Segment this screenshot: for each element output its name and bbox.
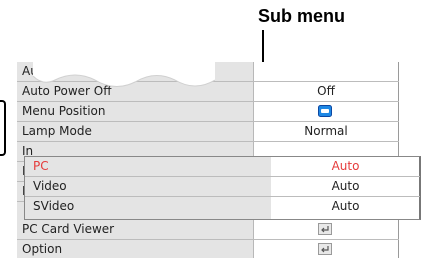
- menu-row-value: Off: [317, 84, 335, 98]
- menu-row-label: Lamp Mode: [22, 124, 92, 138]
- sub-menu-panel: PC Auto Video Auto SVideo Auto: [24, 156, 421, 220]
- menu-row-pc-card-viewer[interactable]: PC Card Viewer: [17, 220, 399, 240]
- enter-icon: [318, 223, 332, 235]
- submenu-item-label: Video: [33, 179, 67, 193]
- submenu-item-label: SVideo: [33, 199, 75, 213]
- menu-row-label: PC Card Viewer: [22, 222, 115, 236]
- submenu-item-value: Auto: [331, 199, 360, 213]
- torn-edge-wave: [17, 62, 215, 87]
- submenu-item-svideo[interactable]: SVideo Auto: [25, 197, 420, 217]
- callout-title: Sub menu: [258, 6, 346, 26]
- submenu-item-value: Auto: [331, 179, 360, 193]
- menu-row-value: Normal: [304, 124, 348, 138]
- enter-icon: [318, 243, 332, 255]
- menu-row-label: Menu Position: [22, 104, 106, 118]
- submenu-item-video[interactable]: Video Auto: [25, 177, 420, 197]
- menu-row-lamp-mode[interactable]: Lamp Mode Normal: [17, 122, 399, 142]
- submenu-item-label: PC: [33, 159, 49, 173]
- menu-row-menu-position[interactable]: Menu Position: [17, 102, 399, 122]
- edge-bracket: [0, 100, 6, 156]
- menu-row-option[interactable]: Option: [17, 240, 399, 258]
- screen-position-icon: [318, 105, 332, 117]
- menu-row-label: Option: [22, 242, 63, 256]
- submenu-item-pc[interactable]: PC Auto: [25, 157, 420, 177]
- submenu-item-value: Auto: [331, 159, 360, 173]
